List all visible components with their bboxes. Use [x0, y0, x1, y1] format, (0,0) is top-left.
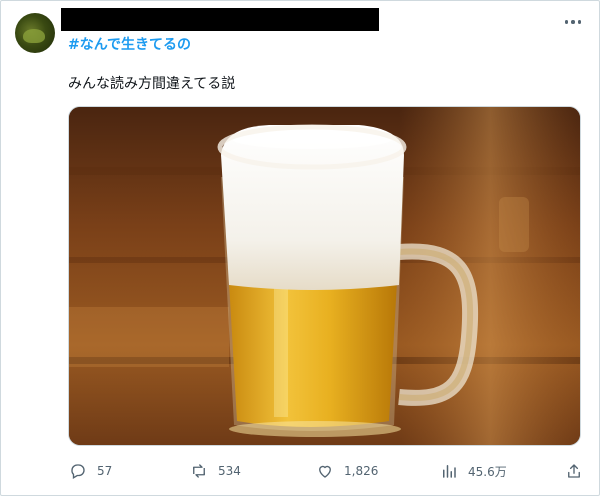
avatar[interactable] [15, 13, 55, 53]
like-button[interactable]: 1,826 [316, 456, 378, 486]
more-dot-icon [577, 20, 582, 24]
views-icon [443, 465, 456, 478]
beer-mug-photo [69, 107, 580, 445]
heart-icon [319, 465, 331, 478]
more-dot-icon [564, 20, 569, 24]
repost-button[interactable]: 534 [190, 456, 241, 486]
repost-count: 534 [218, 464, 241, 478]
share-icon [568, 464, 580, 478]
share-button[interactable] [565, 456, 583, 486]
action-bar: 57 534 1,826 45.6万 [0, 456, 600, 486]
post-text: みんな読み方間違えてる説 [68, 76, 236, 92]
reply-count: 57 [97, 464, 113, 478]
post-image[interactable] [68, 106, 581, 446]
repost-icon [193, 464, 205, 478]
more-options-button[interactable] [562, 15, 584, 29]
views-button[interactable]: 45.6万 [440, 456, 507, 486]
more-dot-icon [571, 20, 575, 24]
reply-icon [71, 464, 85, 479]
views-count: 45.6万 [468, 464, 507, 479]
like-count: 1,826 [344, 464, 379, 478]
reply-button[interactable]: 57 [69, 456, 112, 486]
hashtag-link[interactable]: #なんで生きてるの [68, 36, 191, 54]
redacted-username [61, 8, 379, 31]
